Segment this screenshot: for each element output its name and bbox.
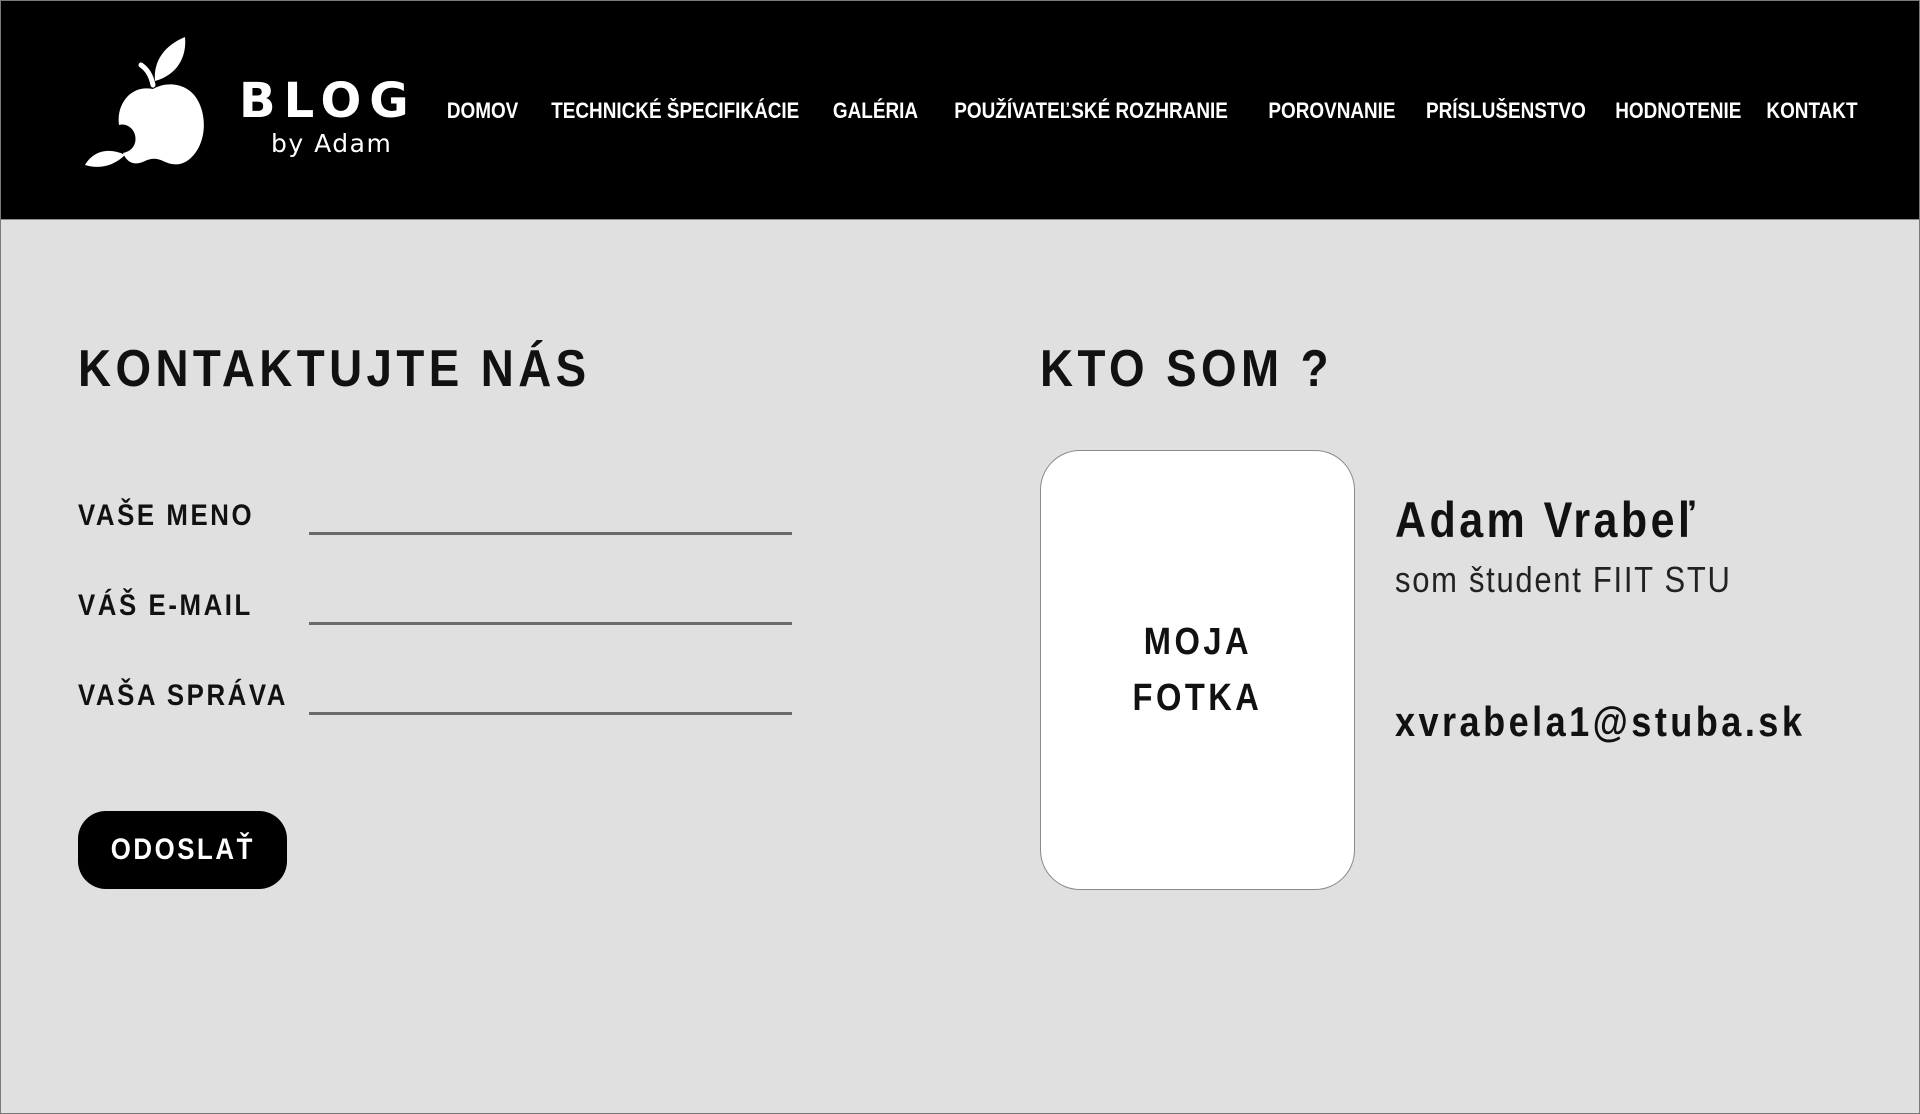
site-header: BLOG by Adam DOMOV TECHNICKÉ ŠPECIFIKÁCI… [1,1,1919,220]
author-email[interactable]: xvrabela1@stuba.sk [1395,701,1805,743]
contact-title: KONTAKTUJTE NÁS [78,340,591,398]
nav-item-domov[interactable]: DOMOV [447,93,518,129]
name-label: VAŠE MENO [78,499,255,532]
email-label: VÁŠ E-MAIL [78,589,253,622]
send-button-label: ODOSLAŤ [110,833,255,866]
logo-title: BLOG [239,73,417,129]
page: BLOG by Adam DOMOV TECHNICKÉ ŠPECIFIKÁCI… [0,0,1920,1114]
photo-placeholder-line1: MOJA [1143,621,1252,663]
nav-item-kontakt[interactable]: KONTAKT [1766,93,1857,129]
about-title: KTO SOM ? [1040,340,1333,398]
author-description: som študent FIIT STU [1395,559,1732,600]
site-logo[interactable]: BLOG by Adam [83,27,413,167]
name-field[interactable] [309,498,792,535]
nav-item-hodnotenie[interactable]: HODNOTENIE [1616,93,1742,129]
send-button[interactable]: ODOSLAŤ [78,811,287,889]
email-field[interactable] [309,588,792,625]
logo-subtitle: by Adam [271,129,393,158]
author-name: Adam Vrabeľ [1395,492,1698,548]
nav-item-pouzivatelske-rozhranie[interactable]: POUŽÍVATEĽSKÉ ROZHRANIE [955,93,1229,129]
nav-item-porovnanie[interactable]: POROVNANIE [1268,93,1395,129]
profile-photo-placeholder: MOJA FOTKA [1040,450,1355,890]
nav-item-galeria[interactable]: GALÉRIA [833,93,918,129]
main-nav: DOMOV TECHNICKÉ ŠPECIFIKÁCIE GALÉRIA POU… [447,93,1858,129]
message-field[interactable] [309,678,792,715]
photo-placeholder-line2: FOTKA [1132,677,1263,719]
message-label: VAŠA SPRÁVA [78,679,288,712]
nav-item-prislusenstvo[interactable]: PRÍSLUŠENSTVO [1426,93,1586,129]
nav-item-technicke-specifikacie[interactable]: TECHNICKÉ ŠPECIFIKÁCIE [551,93,799,129]
apple-logo-icon [85,37,204,167]
